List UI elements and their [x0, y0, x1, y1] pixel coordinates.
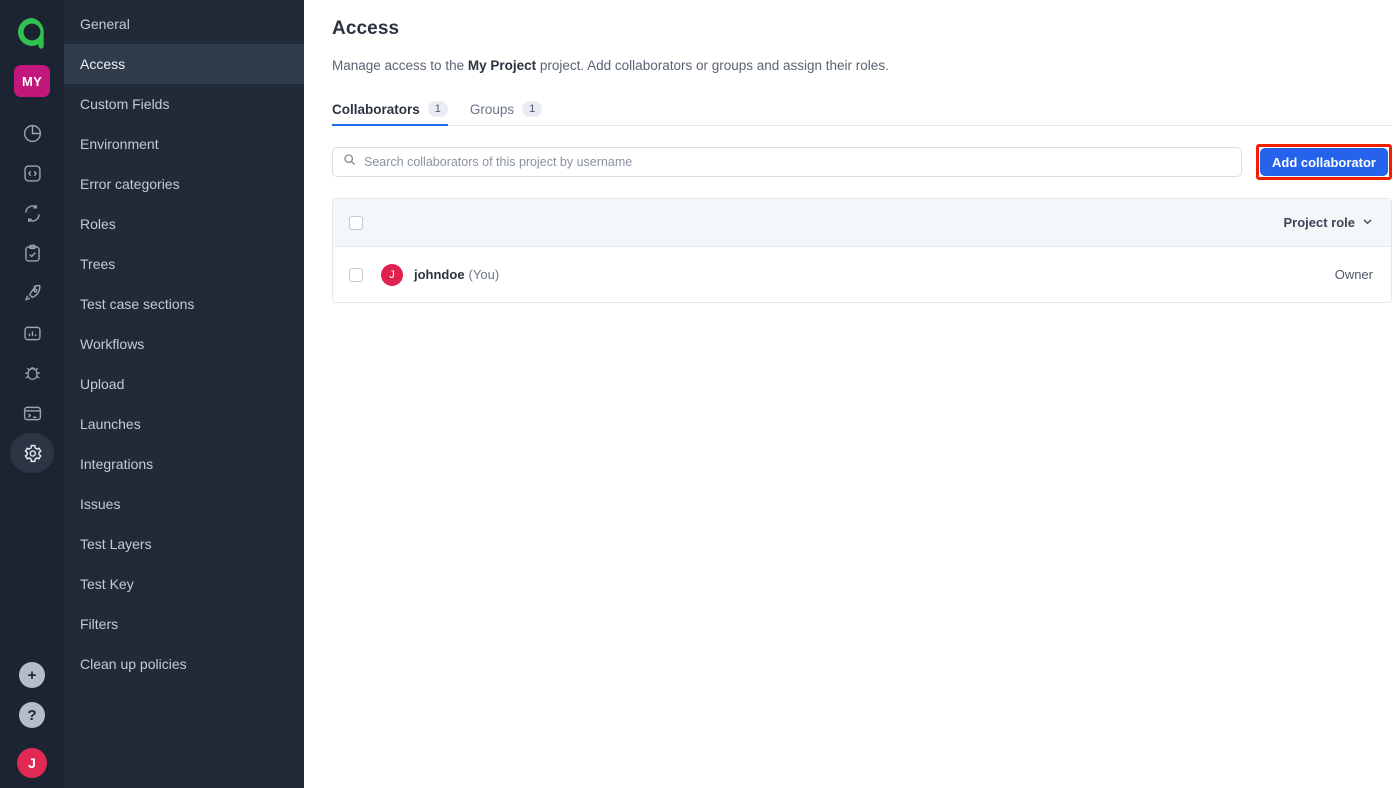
description-project-name: My Project [467, 58, 537, 73]
sidebar-item-label: Launches [80, 416, 141, 432]
terminal-icon[interactable] [10, 393, 54, 433]
sidebar-item-launches[interactable]: Launches [64, 404, 304, 444]
sidebar-item-error-categories[interactable]: Error categories [64, 164, 304, 204]
sidebar-item-issues[interactable]: Issues [64, 484, 304, 524]
sidebar-item-label: Test Layers [80, 536, 152, 552]
icon-rail: MY + ? J [0, 0, 64, 788]
row-checkbox[interactable] [349, 267, 363, 282]
access-toolbar: Add collaborator [332, 144, 1392, 180]
help-icon[interactable]: ? [19, 702, 45, 728]
sidebar-item-label: Access [80, 56, 126, 72]
sidebar-item-test-layers[interactable]: Test Layers [64, 524, 304, 564]
user-avatar[interactable]: J [17, 748, 47, 778]
tab-label: Groups [469, 101, 515, 117]
dashboards-icon[interactable] [10, 113, 54, 153]
access-tabs: Collaborators 1 Groups 1 [332, 95, 1392, 126]
sidebar-item-label: Test case sections [80, 296, 195, 312]
sidebar-item-access[interactable]: Access [64, 44, 304, 84]
sidebar-item-label: Roles [80, 216, 116, 232]
project-role-label: Project role [1283, 215, 1355, 230]
sidebar-item-filters[interactable]: Filters [64, 604, 304, 644]
description-after: project. Add collaborators or groups and… [536, 58, 889, 73]
code-icon[interactable] [10, 153, 54, 193]
project-role-column-header[interactable]: Project role [1283, 215, 1373, 230]
sidebar-item-environment[interactable]: Environment [64, 124, 304, 164]
sidebar-item-trees[interactable]: Trees [64, 244, 304, 284]
sidebar-item-label: Error categories [80, 176, 180, 192]
app-root: MY + ? J General Access Custom Fields En… [0, 0, 1400, 788]
row-you-label: (You) [468, 266, 500, 282]
page-title: Access [332, 18, 400, 39]
avatar: J [381, 263, 403, 286]
sidebar-item-roles[interactable]: Roles [64, 204, 304, 244]
sidebar-item-integrations[interactable]: Integrations [64, 444, 304, 484]
rail-bottom-group: + ? J [0, 662, 64, 778]
sidebar-item-test-key[interactable]: Test Key [64, 564, 304, 604]
sidebar-item-label: Issues [80, 496, 121, 512]
sidebar-item-workflows[interactable]: Workflows [64, 324, 304, 364]
defects-bug-icon[interactable] [10, 353, 54, 393]
sidebar-item-general[interactable]: General [64, 4, 304, 44]
settings-sidebar: General Access Custom Fields Environment… [64, 0, 304, 788]
add-icon[interactable]: + [19, 662, 45, 688]
table-row[interactable]: J johndoe (You) Owner [333, 247, 1391, 302]
tab-collaborators[interactable]: Collaborators 1 [332, 101, 448, 126]
sidebar-item-label: Integrations [80, 456, 154, 472]
sidebar-item-label: Trees [80, 256, 116, 272]
search-input[interactable] [364, 155, 1231, 169]
sync-icon[interactable] [10, 193, 54, 233]
sidebar-item-label: Test Key [80, 576, 134, 592]
tab-label: Collaborators [332, 101, 420, 117]
sidebar-item-custom-fields[interactable]: Custom Fields [64, 84, 304, 124]
rail-icon-list [10, 113, 54, 473]
row-user-cell: J johndoe (You) [381, 263, 499, 286]
sidebar-item-label: Filters [80, 616, 119, 632]
allure-logo[interactable] [12, 12, 52, 52]
row-username: johndoe [414, 266, 465, 282]
tab-count-badge: 1 [522, 101, 543, 117]
sidebar-item-upload[interactable]: Upload [64, 364, 304, 404]
sidebar-item-label: Workflows [80, 336, 145, 352]
launches-rocket-icon[interactable] [10, 273, 54, 313]
main-content: Access Manage access to the My Project p… [304, 0, 1400, 788]
tab-count-badge: 1 [427, 101, 448, 117]
sidebar-item-clean-up-policies[interactable]: Clean up policies [64, 644, 304, 684]
search-icon [343, 153, 356, 171]
table-header-row: Project role [333, 199, 1391, 247]
sidebar-item-label: Custom Fields [80, 96, 170, 112]
tab-groups[interactable]: Groups 1 [469, 101, 543, 125]
add-collaborator-button[interactable]: Add collaborator [1259, 148, 1388, 176]
sidebar-item-test-case-sections[interactable]: Test case sections [64, 284, 304, 324]
select-all-checkbox[interactable] [349, 215, 363, 230]
analytics-bar-icon[interactable] [10, 313, 54, 353]
add-collaborator-highlight: Add collaborator [1255, 144, 1392, 180]
collaborators-table: Project role J johndoe (You) Owner [332, 198, 1392, 303]
row-username-group: johndoe (You) [414, 266, 499, 284]
description-before: Manage access to the [332, 58, 468, 73]
sidebar-item-label: Clean up policies [80, 656, 187, 672]
page-description: Manage access to the My Project project.… [332, 58, 1392, 73]
project-badge[interactable]: MY [14, 65, 50, 97]
sidebar-item-label: Upload [80, 376, 125, 392]
search-field-wrapper[interactable] [332, 147, 1242, 177]
row-role: Owner [1334, 267, 1373, 282]
chevron-down-icon [1362, 215, 1373, 230]
settings-gear-icon[interactable] [10, 433, 54, 473]
test-cases-icon[interactable] [10, 233, 54, 273]
sidebar-item-label: General [80, 16, 130, 32]
sidebar-item-label: Environment [80, 136, 159, 152]
